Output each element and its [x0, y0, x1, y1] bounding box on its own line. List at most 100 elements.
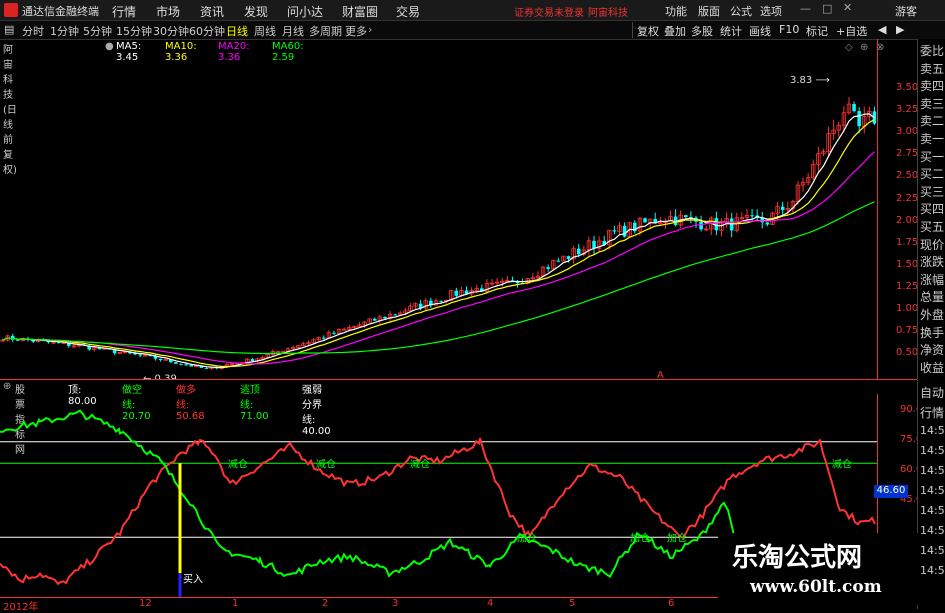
tf-60min[interactable]: 60分钟 — [189, 23, 225, 39]
minimize-icon[interactable]: — — [800, 2, 811, 15]
f10-button[interactable]: F10 — [779, 23, 799, 36]
close-icon[interactable]: ✕ — [843, 1, 852, 14]
menu-options[interactable]: 选项 — [760, 3, 782, 19]
tick-item[interactable]: 14:50 — [920, 544, 945, 557]
menu-wealth[interactable]: 财富圈 — [342, 3, 378, 20]
sidebar-item[interactable]: 卖四 — [920, 77, 944, 94]
menu-trade[interactable]: 交易 — [396, 3, 420, 20]
tick-item[interactable]: 14:50 — [920, 444, 945, 457]
app-name: 通达信金融终端 — [22, 5, 99, 18]
quote-sidebar: 委比 卖五 卖四 卖三 卖二 卖一 买一 买二 买三 买四 买五 现价 涨跌 涨幅 总量 外盘 换手 净资 收益 — [917, 39, 945, 379]
sidebar-item[interactable]: 买四 — [920, 200, 944, 217]
sidebar-item[interactable]: 买二 — [920, 165, 944, 182]
add-favorite-button[interactable]: +自选 — [836, 23, 867, 39]
tf-1min[interactable]: 1分钟 — [50, 23, 79, 39]
menu-market[interactable]: 市场 — [156, 3, 180, 20]
menu-formula[interactable]: 公式 — [730, 3, 752, 19]
draw-line-button[interactable]: 画线 — [749, 23, 771, 39]
candle-body — [566, 256, 571, 259]
candle-body — [189, 365, 193, 367]
sidebar-item[interactable]: 买五 — [920, 218, 944, 235]
adjust-button[interactable]: 复权 — [637, 23, 659, 39]
tick-sidebar: 自动行情 14:50 14:50 14:50 14:50 14:50 14:50 14:50 1… — [917, 380, 945, 609]
tf-intraday[interactable]: 分时 — [22, 23, 44, 39]
candle-body — [158, 358, 163, 361]
menu-layout[interactable]: 版面 — [698, 3, 720, 19]
multi-stock-button[interactable]: 多股 — [691, 23, 713, 39]
candle-body — [750, 215, 754, 217]
sidebar-item[interactable]: 卖三 — [920, 95, 944, 112]
login-warning[interactable]: 证券交易未登录 — [514, 4, 584, 19]
tf-multi[interactable]: 多周期 — [309, 23, 342, 39]
tick-item[interactable]: 14:50 — [920, 484, 945, 497]
prev-icon[interactable]: ◀ — [878, 23, 886, 36]
tf-daily[interactable]: 日线 — [226, 23, 248, 39]
candle-body — [138, 354, 143, 356]
tf-monthly[interactable]: 月线 — [282, 23, 304, 39]
candle-body — [576, 248, 581, 255]
sidebar-item[interactable]: 外盘 — [920, 306, 944, 323]
candle-body — [250, 359, 255, 362]
candle-body — [372, 318, 377, 321]
sidebar-item[interactable]: 委比 — [920, 42, 944, 59]
tick-item[interactable]: 14:50 — [920, 524, 945, 537]
tf-30min[interactable]: 30分钟 — [153, 23, 189, 39]
sidebar-item[interactable]: 现价 — [920, 236, 944, 253]
candle-body — [16, 339, 20, 341]
chart-zoom-icon[interactable]: ⊕ — [860, 42, 868, 53]
chart-diamond-icon[interactable]: ◇ — [845, 42, 853, 53]
tick-item[interactable]: 自动 — [920, 384, 944, 401]
maximize-icon[interactable]: □ — [822, 2, 832, 15]
menu-news[interactable]: 资讯 — [200, 3, 224, 20]
sidebar-item[interactable]: 买一 — [920, 148, 944, 165]
add-label: 加仓 — [630, 531, 650, 544]
menu-bar: 通达信金融终端 行情 市场 资讯 发现 问小达 财富圈 交易 证券交易未登录 阿… — [0, 0, 945, 21]
tf-15min[interactable]: 15分钟 — [116, 23, 152, 39]
stats-button[interactable]: 统计 — [720, 23, 742, 39]
sidebar-item[interactable]: 卖二 — [920, 112, 944, 129]
sidebar-item[interactable]: 换手 — [920, 324, 944, 341]
candle-body — [275, 351, 281, 354]
current-value-badge: 46.60 — [874, 485, 908, 498]
tick-item[interactable]: 14:50 — [920, 424, 945, 437]
sidebar-item[interactable]: 卖五 — [920, 60, 944, 77]
candle-body — [184, 364, 188, 366]
menu-function[interactable]: 功能 — [665, 3, 687, 19]
guest-login[interactable]: 游客 — [895, 3, 917, 19]
next-icon[interactable]: ▶ — [896, 23, 904, 36]
sidebar-item[interactable]: 总量 — [920, 288, 944, 305]
candle-body — [857, 111, 861, 127]
tf-list-icon[interactable]: ▤ — [4, 23, 14, 36]
sidebar-item[interactable]: 收益 — [920, 359, 944, 376]
sidebar-item[interactable]: 涨跌 — [920, 253, 944, 270]
menu-quotes[interactable]: 行情 — [112, 3, 136, 20]
settings-dot-icon[interactable]: ● — [105, 41, 114, 52]
tf-more[interactable]: 更多 — [345, 23, 367, 39]
sidebar-item[interactable]: 净资 — [920, 341, 944, 358]
add-label: 加仓 — [517, 531, 537, 544]
candle-body — [729, 218, 734, 231]
candlestick-chart[interactable]: 3.83 ⟶← 0.39 A — [0, 55, 877, 380]
candle-body — [622, 225, 627, 237]
tf-5min[interactable]: 5分钟 — [83, 23, 112, 39]
sidebar-item[interactable]: 买三 — [920, 183, 944, 200]
tick-item[interactable]: 14:50 — [920, 464, 945, 477]
sidebar-item[interactable]: 涨幅 — [920, 271, 944, 288]
more-arrow-icon[interactable]: › — [368, 23, 372, 36]
overlay-button[interactable]: 叠加 — [664, 23, 686, 39]
candle-body — [852, 104, 856, 112]
tick-item[interactable]: 14:50 — [920, 504, 945, 517]
sidebar-item[interactable]: 卖一 — [920, 130, 944, 147]
candle-body — [546, 267, 550, 269]
ind-settings-icon[interactable]: ⊕ — [3, 381, 11, 392]
price-tick: 3.50 — [896, 82, 919, 93]
menu-ask[interactable]: 问小达 — [287, 3, 323, 20]
mark-button[interactable]: 标记 — [806, 23, 828, 39]
tf-weekly[interactable]: 周线 — [254, 23, 276, 39]
price-tick: 1.50 — [896, 258, 919, 270]
menu-discover[interactable]: 发现 — [244, 3, 268, 20]
reduce-label: 减仓 — [410, 457, 430, 470]
tick-item[interactable]: 14:50 — [920, 564, 945, 577]
tick-item[interactable]: 行情 — [920, 404, 944, 421]
date-label: 6 — [668, 598, 675, 609]
